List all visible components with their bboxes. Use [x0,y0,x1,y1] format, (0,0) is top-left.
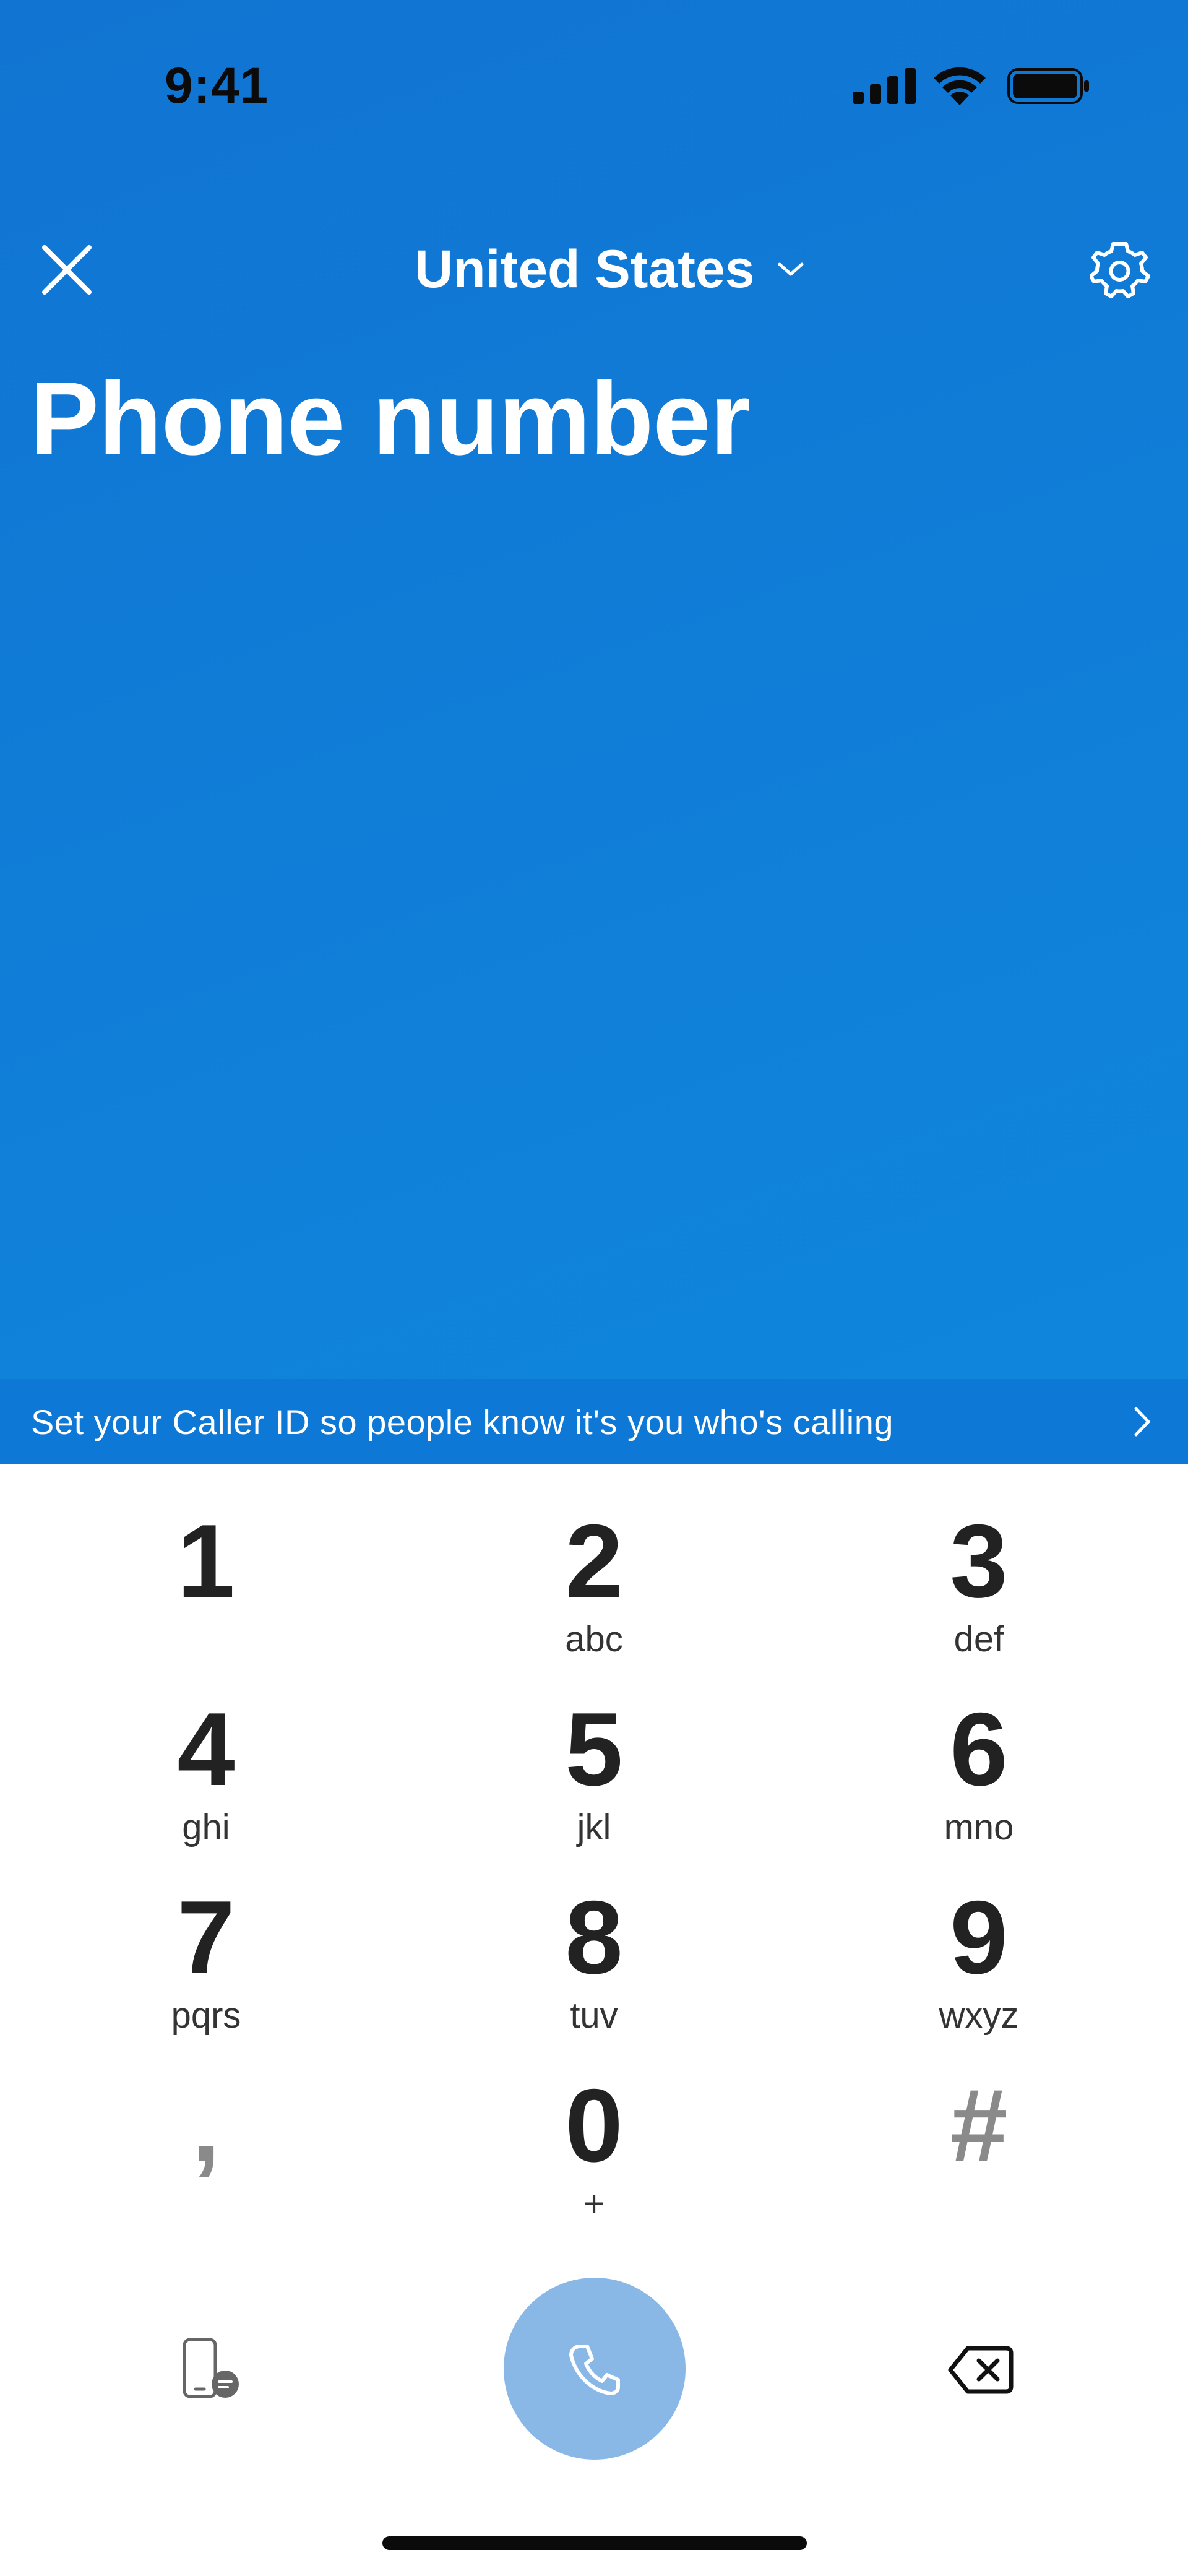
key-digit: # [950,2067,1008,2184]
key-1[interactable]: 1 [45,1464,367,1650]
country-selector[interactable]: United States [415,235,804,303]
key-8[interactable]: 8 tuv [433,1841,755,2034]
backspace-icon [948,2346,1014,2394]
call-button[interactable] [504,2278,686,2460]
status-time: 9:41 [165,58,269,114]
dialer-header-area: 9:41 United States Phone number [0,0,1188,1379]
key-digit: 9 [950,1879,1008,1995]
country-label: United States [415,239,755,299]
key-digit: 0 [565,2067,623,2184]
close-icon [42,245,92,295]
key-comma[interactable]: , [45,2029,367,2215]
key-digit: 5 [565,1691,623,1807]
key-4[interactable]: 4 ghi [45,1653,367,1846]
key-0[interactable]: 0 + [433,2029,755,2222]
key-digit: 4 [177,1691,235,1807]
key-digit: 6 [950,1691,1008,1807]
key-digit: 8 [565,1879,623,1995]
key-letters: + [583,2184,605,2224]
cellular-signal-icon [853,68,916,104]
phone-message-icon [183,2338,239,2398]
key-digit: , [191,2067,221,2184]
sms-button[interactable] [178,2336,246,2404]
wifi-icon [934,67,986,105]
key-hash[interactable]: # [818,2029,1140,2215]
key-7[interactable]: 7 pqrs [45,1841,367,2034]
key-digit: 3 [950,1503,1008,1619]
key-digit: 7 [177,1879,235,1995]
key-2[interactable]: 2 abc [433,1464,755,1658]
caller-id-banner[interactable]: Set your Caller ID so people know it's y… [0,1379,1188,1464]
status-bar: 9:41 [0,0,1188,173]
keypad: 1 2 abc 3 def 4 ghi 5 jkl 6 mno 7 pqrs 8… [0,1464,1188,2257]
battery-icon [1007,68,1089,104]
key-digit: 1 [177,1503,235,1619]
key-6[interactable]: 6 mno [818,1653,1140,1846]
key-5[interactable]: 5 jkl [433,1653,755,1846]
caller-id-banner-text: Set your Caller ID so people know it's y… [31,1402,894,1441]
home-indicator [382,2536,807,2550]
key-3[interactable]: 3 def [818,1464,1140,1658]
settings-button[interactable] [1089,239,1152,301]
key-9[interactable]: 9 wxyz [818,1841,1140,2034]
phone-number-display: Phone number [30,360,751,477]
close-button[interactable] [37,240,97,300]
chevron-right-icon [1134,1407,1150,1437]
key-digit: 2 [565,1503,623,1619]
delete-button[interactable] [947,2342,1015,2398]
gear-icon [1089,242,1150,298]
phone-icon [569,2345,620,2395]
chevron-down-icon [778,262,804,276]
